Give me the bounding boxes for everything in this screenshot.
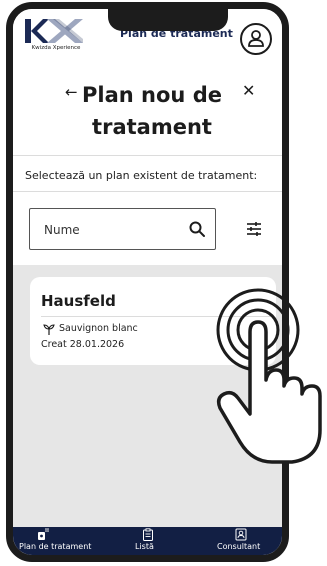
clipboard-icon bbox=[143, 528, 153, 541]
nav-label-plan: Plan de tratament bbox=[19, 542, 92, 551]
nav-item-plan[interactable]: Plan de tratament bbox=[13, 527, 103, 555]
page-title: Plan nou de tratament bbox=[82, 83, 222, 139]
bottom-nav: Plan de tratament Listă Consultant bbox=[13, 527, 282, 555]
phone-frame: Kwizda Xperience Plan de tratament ← Pla… bbox=[6, 2, 289, 562]
phone-notch bbox=[108, 9, 228, 31]
nav-item-consultant[interactable]: Consultant bbox=[205, 527, 282, 555]
nav-label-consultant: Consultant bbox=[217, 542, 261, 551]
sliders-icon[interactable] bbox=[246, 221, 262, 237]
plan-name: Hausfeld bbox=[41, 292, 116, 310]
plan-icon bbox=[38, 528, 49, 540]
user-icon bbox=[248, 30, 264, 47]
plan-variety: Sauvignon blanc bbox=[59, 323, 138, 334]
search-input[interactable] bbox=[42, 209, 176, 251]
page-header: ← Plan nou de tratament ✕ bbox=[13, 61, 282, 157]
grape-leaf-icon bbox=[43, 324, 55, 335]
search-box bbox=[29, 208, 216, 251]
consultant-icon bbox=[235, 528, 247, 541]
logo-text: Kwizda Xperience bbox=[31, 45, 81, 51]
plan-created-date: Creat 28.01.2026 bbox=[41, 339, 125, 350]
divider bbox=[13, 191, 282, 192]
kwizda-logo: Kwizda Xperience bbox=[21, 19, 91, 55]
tap-gesture-hand-icon bbox=[216, 288, 322, 464]
kx-logo-icon bbox=[25, 19, 83, 43]
nav-item-list[interactable]: Listă bbox=[113, 527, 183, 555]
divider bbox=[13, 155, 282, 156]
search-icon[interactable] bbox=[188, 220, 206, 238]
instruction-text: Selectează un plan existent de tratament… bbox=[25, 169, 258, 182]
arrow-left-icon[interactable]: ← bbox=[65, 83, 78, 101]
close-icon[interactable]: ✕ bbox=[242, 81, 255, 100]
profile-button[interactable] bbox=[240, 23, 272, 55]
app-screen: Kwizda Xperience Plan de tratament ← Pla… bbox=[13, 9, 282, 555]
nav-label-list: Listă bbox=[135, 542, 154, 551]
